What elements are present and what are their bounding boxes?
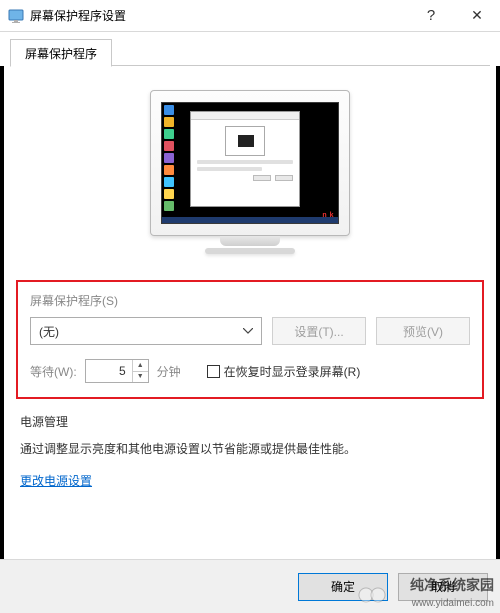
- titlebar: 屏幕保护程序设置 ? ✕: [0, 0, 500, 32]
- wait-spinner[interactable]: ▲ ▼: [85, 359, 149, 383]
- wait-input[interactable]: [86, 360, 132, 382]
- cancel-button[interactable]: 取消: [398, 573, 488, 601]
- spinner-up-icon[interactable]: ▲: [133, 360, 148, 372]
- wait-label: 等待(W):: [30, 363, 77, 380]
- help-button[interactable]: ?: [408, 0, 454, 32]
- close-button[interactable]: ✕: [454, 0, 500, 32]
- chevron-down-icon: [243, 328, 253, 334]
- app-icon: [8, 8, 24, 24]
- screensaver-group-label: 屏幕保护程序(S): [30, 292, 470, 309]
- power-title: 电源管理: [20, 413, 480, 430]
- resume-login-checkbox[interactable]: 在恢复时显示登录屏幕(R): [207, 363, 361, 380]
- preview-button: 预览(V): [376, 317, 470, 345]
- bottom-bar: 确定 取消: [0, 559, 500, 613]
- spinner-down-icon[interactable]: ▼: [133, 372, 148, 383]
- settings-button: 设置(T)...: [272, 317, 366, 345]
- tabstrip: 屏幕保护程序: [10, 38, 490, 66]
- checkbox-box-icon: [207, 365, 220, 378]
- checkbox-label: 在恢复时显示登录屏幕(R): [224, 363, 361, 380]
- screensaver-dropdown[interactable]: (无): [30, 317, 262, 345]
- wait-unit: 分钟: [157, 363, 181, 380]
- power-settings-link[interactable]: 更改电源设置: [20, 474, 92, 488]
- monitor-preview: n k: [12, 90, 488, 260]
- power-desc: 通过调整显示亮度和其他电源设置以节省能源或提供最佳性能。: [20, 440, 480, 458]
- window-title: 屏幕保护程序设置: [30, 7, 408, 24]
- screensaver-group: 屏幕保护程序(S) (无) 设置(T)... 预览(V) 等待(W): ▲: [16, 280, 484, 399]
- content-area: n k 屏幕保护程序(S) (无) 设置(T)... 预览(V): [0, 66, 500, 559]
- ok-button[interactable]: 确定: [298, 573, 388, 601]
- tab-screensaver[interactable]: 屏幕保护程序: [10, 39, 112, 67]
- dropdown-value: (无): [39, 323, 59, 340]
- power-section: 电源管理 通过调整显示亮度和其他电源设置以节省能源或提供最佳性能。 更改电源设置: [20, 413, 480, 489]
